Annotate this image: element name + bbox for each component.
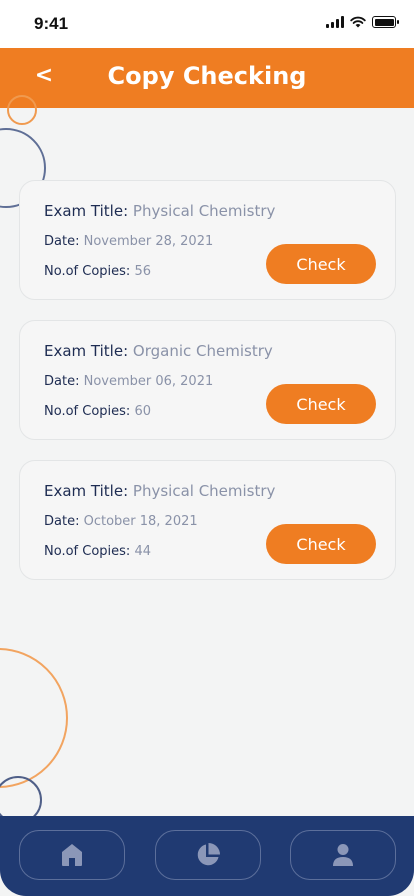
check-button[interactable]: Check <box>266 244 376 284</box>
user-icon <box>333 844 353 866</box>
pie-chart-icon <box>197 843 220 866</box>
exam-copies-value: 56 <box>134 264 151 279</box>
exam-copies-value: 44 <box>134 544 151 559</box>
decorative-circle <box>0 648 68 788</box>
exam-copies-row: No.of Copies: 60 <box>44 404 151 419</box>
bottom-nav <box>0 816 414 896</box>
exam-copies-label: No.of Copies: <box>44 264 135 279</box>
exam-title-row: Exam Title: Organic Chemistry <box>44 342 273 360</box>
exam-date-label: Date: <box>44 234 84 249</box>
exam-card: Exam Title: Physical Chemistry Date: Oct… <box>19 460 396 580</box>
exam-title-label: Exam Title: <box>44 342 133 360</box>
signal-icon <box>326 16 344 28</box>
exam-card: Exam Title: Organic Chemistry Date: Nove… <box>19 320 396 440</box>
nav-stats-button[interactable] <box>155 830 261 880</box>
exam-title-value: Organic Chemistry <box>132 342 273 360</box>
exam-copies-label: No.of Copies: <box>44 544 135 559</box>
page-title: Copy Checking <box>107 62 307 90</box>
exam-title-row: Exam Title: Physical Chemistry <box>44 202 275 220</box>
exam-date-value: November 28, 2021 <box>83 234 214 249</box>
battery-icon <box>372 16 399 28</box>
status-bar: 9:41 <box>0 0 414 48</box>
check-button[interactable]: Check <box>266 524 376 564</box>
exam-copies-row: No.of Copies: 56 <box>44 264 151 279</box>
home-icon <box>62 844 82 866</box>
exam-date-label: Date: <box>44 374 84 389</box>
nav-home-button[interactable] <box>19 830 125 880</box>
exam-title-value: Physical Chemistry <box>132 202 276 220</box>
status-icons <box>326 16 399 28</box>
exam-date-value: October 18, 2021 <box>83 514 198 529</box>
exam-date-label: Date: <box>44 514 84 529</box>
exam-card: Exam Title: Physical Chemistry Date: Nov… <box>19 180 396 300</box>
exam-date-row: Date: October 18, 2021 <box>44 514 198 529</box>
exam-title-label: Exam Title: <box>44 482 133 500</box>
exam-title-value: Physical Chemistry <box>132 482 276 500</box>
exam-copies-label: No.of Copies: <box>44 404 135 419</box>
exam-title-row: Exam Title: Physical Chemistry <box>44 482 275 500</box>
nav-profile-button[interactable] <box>290 830 396 880</box>
wifi-icon <box>350 16 366 28</box>
exam-copies-row: No.of Copies: 44 <box>44 544 151 559</box>
check-button[interactable]: Check <box>266 384 376 424</box>
exam-copies-value: 60 <box>134 404 151 419</box>
app-header: < Copy Checking <box>0 48 414 108</box>
exam-date-row: Date: November 06, 2021 <box>44 374 213 389</box>
status-time: 9:41 <box>34 14 69 33</box>
exam-date-value: November 06, 2021 <box>83 374 214 389</box>
exam-title-label: Exam Title: <box>44 202 133 220</box>
app-screen: 9:41 < Copy Checking Exam Title: Physica… <box>0 0 414 896</box>
exam-date-row: Date: November 28, 2021 <box>44 234 213 249</box>
exam-list: Exam Title: Physical Chemistry Date: Nov… <box>19 180 396 600</box>
